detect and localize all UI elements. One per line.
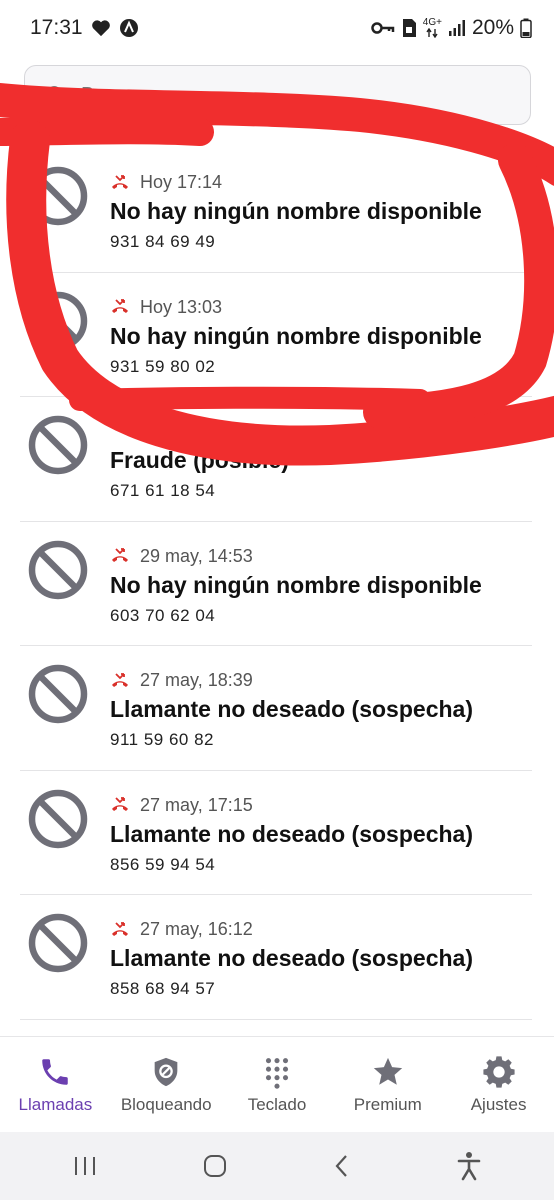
bottom-navigation: Llamadas Bloqueando Teclado Premium Ajus… — [0, 1036, 554, 1132]
caller-name: Llamante no deseado (sospecha) — [110, 820, 473, 847]
vpn-key-icon — [371, 22, 395, 34]
call-row[interactable]: Hoy 13:03 No hay ningún nombre disponibl… — [0, 273, 554, 397]
star-icon — [373, 1057, 402, 1085]
signal-icon — [448, 20, 465, 36]
missed-call-icon — [112, 797, 128, 811]
caller-number: 603 70 62 04 — [110, 605, 216, 625]
call-row[interactable]: Hoy 17:14 No hay ningún nombre disponibl… — [0, 148, 554, 273]
missed-call-icon — [112, 921, 128, 936]
caller-name: No hay ningún nombre disponible — [110, 322, 482, 349]
status-bar: 17:31 4G+ 20% — [0, 0, 554, 56]
block-icon — [28, 664, 88, 724]
nav-label: Premium — [353, 1094, 422, 1114]
caller-name: Llamante no deseado (sospecha) — [110, 696, 473, 722]
caller-number: 858 68 94 57 — [110, 979, 216, 998]
battery-percent: 20% — [471, 16, 514, 39]
call-meta: Hoy 13:03 — [110, 297, 222, 318]
app-badge-icon — [119, 19, 138, 37]
call-row[interactable]: 27 may, 16:12 Llamante no deseado (sospe… — [0, 895, 554, 1020]
caller-name: Llamante no deseado (sospecha) — [110, 945, 473, 971]
call-time: Hoy 13:03 — [140, 296, 223, 317]
block-icon — [28, 166, 88, 226]
block-icon — [28, 540, 88, 599]
back-icon[interactable] — [332, 1153, 352, 1179]
nav-premium[interactable]: Premium — [332, 1037, 443, 1132]
caller-number: 931 84 69 49 — [110, 232, 216, 251]
nav-label: Ajustes — [470, 1094, 527, 1114]
battery-icon — [520, 18, 532, 38]
row-divider — [20, 1018, 532, 1020]
caller-name: No hay ningún nombre disponible — [110, 198, 482, 224]
shield-block-icon — [154, 1057, 178, 1086]
call-time: Hoy 17:14 — [140, 172, 223, 192]
status-time: 17:31 — [30, 16, 83, 39]
call-row[interactable]: 27 may, 18:39 Llamante no deseado (sospe… — [0, 646, 554, 771]
call-meta: 27 may, 16:12 — [110, 919, 253, 940]
call-row[interactable]: 29 may, 14:53 No hay ningún nombre dispo… — [0, 522, 554, 646]
call-time: 27 may, 18:39 — [140, 670, 253, 690]
recent-apps-icon[interactable] — [72, 1154, 98, 1178]
block-icon — [28, 789, 88, 848]
search-placeholder: Busc — [81, 83, 126, 106]
caller-number: 911 59 60 82 — [110, 730, 214, 749]
search-icon — [47, 86, 66, 105]
call-row[interactable]: Fraude (posible) 671 61 18 54 — [0, 397, 554, 522]
caller-name: Fraude (posible) — [110, 447, 289, 473]
network-arrows-icon — [426, 28, 438, 38]
caller-name: No hay ningún nombre disponible — [110, 571, 482, 598]
call-list: Hoy 17:14 No hay ningún nombre disponibl… — [0, 148, 554, 1020]
caller-number: 931 59 80 02 — [110, 356, 216, 376]
missed-call-icon — [112, 672, 128, 687]
heart-icon — [91, 20, 110, 37]
nav-ajustes[interactable]: Ajustes — [443, 1037, 554, 1132]
home-icon[interactable] — [202, 1153, 228, 1179]
call-row[interactable]: 27 may, 17:15 Llamante no deseado (sospe… — [0, 771, 554, 895]
settings-gear-icon — [482, 1055, 515, 1088]
nav-label: Teclado — [247, 1094, 307, 1114]
nav-label: Llamadas — [18, 1094, 93, 1114]
network-type: 4G+ — [423, 18, 442, 38]
caller-number: 671 61 18 54 — [110, 481, 216, 500]
missed-call-icon — [112, 548, 128, 562]
missed-call-icon — [112, 174, 128, 189]
block-icon — [28, 291, 88, 350]
call-meta: Hoy 17:14 — [110, 172, 222, 193]
block-icon — [28, 913, 88, 973]
caller-number: 856 59 94 54 — [110, 854, 216, 874]
call-time: 29 may, 14:53 — [140, 545, 253, 566]
call-meta: 27 may, 18:39 — [110, 670, 253, 691]
phone-icon — [42, 1058, 69, 1085]
call-time: 27 may, 17:15 — [140, 794, 253, 815]
call-time: 27 may, 16:12 — [140, 919, 253, 939]
call-meta: 27 may, 17:15 — [110, 795, 253, 816]
system-navigation-bar — [0, 1132, 554, 1200]
nav-teclado[interactable]: Teclado — [222, 1037, 333, 1132]
accessibility-icon[interactable] — [456, 1151, 482, 1181]
dialpad-icon — [265, 1057, 289, 1089]
call-meta: 29 may, 14:53 — [110, 546, 253, 567]
nav-bloqueando[interactable]: Bloqueando — [111, 1037, 222, 1132]
search-bar[interactable]: Busc — [24, 65, 531, 125]
missed-call-icon — [112, 299, 128, 313]
nav-llamadas[interactable]: Llamadas — [0, 1037, 111, 1132]
nav-label: Bloqueando — [120, 1094, 212, 1114]
block-icon — [28, 415, 88, 475]
sim-icon — [402, 19, 416, 37]
